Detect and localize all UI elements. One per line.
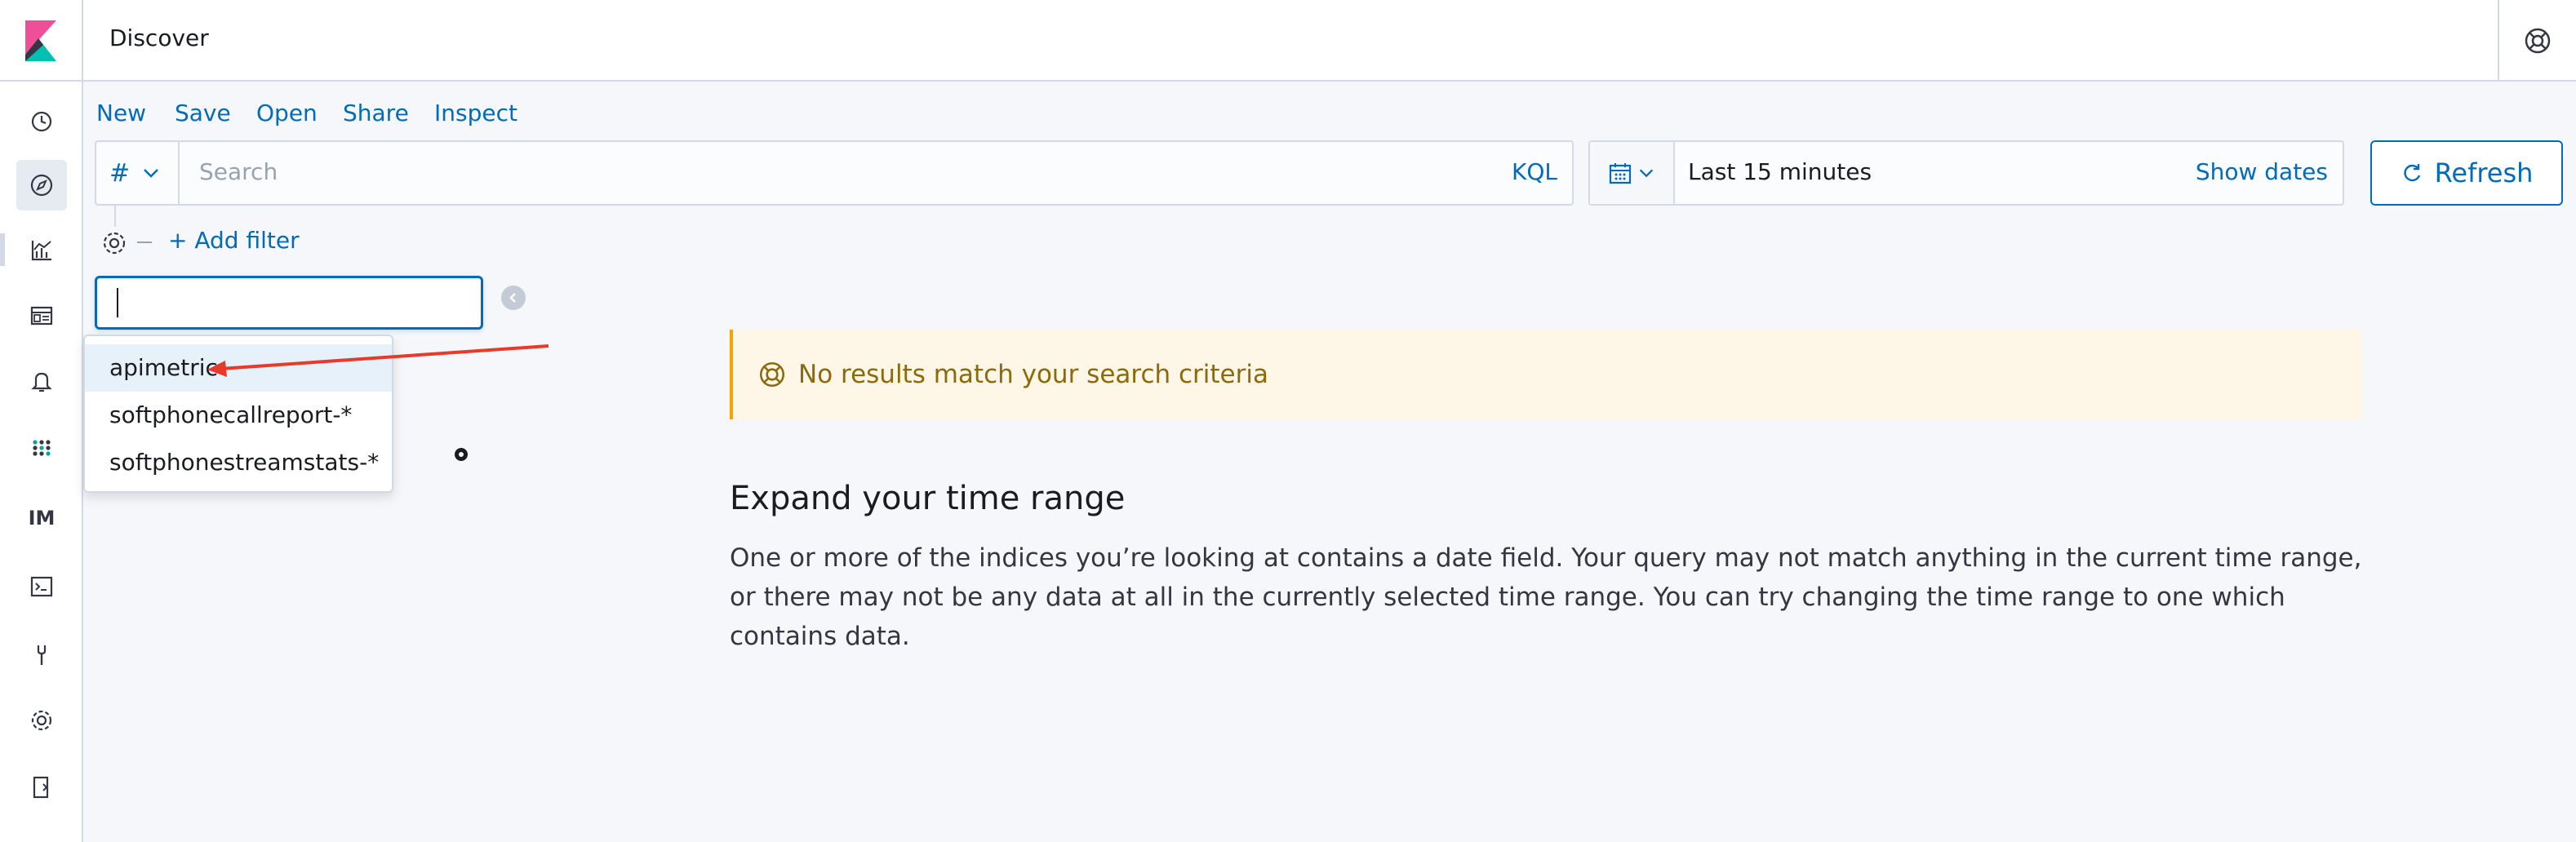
gear-icon — [31, 710, 52, 731]
chevron-down-icon — [144, 169, 158, 178]
refresh-button[interactable]: Refresh — [2370, 140, 2563, 206]
date-picker: Last 15 minutes Show dates — [1588, 140, 2344, 206]
index-pattern-option[interactable]: softphonecallreport-* — [85, 392, 392, 439]
index-pattern-search-input[interactable] — [95, 276, 483, 330]
refresh-icon — [2403, 164, 2420, 182]
nav-discover[interactable] — [16, 160, 67, 210]
nav-recently-viewed[interactable] — [16, 96, 67, 147]
query-bar: # Search KQL — [95, 140, 1574, 206]
help-icon — [759, 361, 785, 388]
annotation-arrow — [207, 344, 549, 377]
empty-state-title: Expand your time range — [730, 480, 1126, 517]
nav-alerting[interactable] — [16, 356, 67, 406]
callout-title: No results match your search criteria — [798, 360, 1268, 389]
nav-dashboard[interactable] — [16, 290, 67, 341]
bell-icon — [31, 372, 52, 392]
refresh-label: Refresh — [2434, 157, 2534, 188]
nav-im-label: IM — [28, 507, 56, 530]
side-nav: IM — [0, 82, 83, 842]
collapse-sidebar-button[interactable] — [501, 286, 526, 310]
page-title: Discover — [109, 24, 209, 51]
field-settings-gear-icon[interactable] — [451, 444, 472, 465]
help-icon — [2525, 28, 2551, 54]
text-caret — [117, 288, 118, 317]
new-button[interactable]: New — [96, 100, 146, 126]
clock-icon — [31, 111, 52, 132]
share-button[interactable]: Share — [343, 100, 409, 126]
nav-logout[interactable] — [16, 762, 67, 813]
chevron-left-icon — [509, 293, 516, 303]
help-button[interactable] — [2498, 0, 2576, 82]
nav-machine-learning[interactable] — [16, 423, 67, 473]
chevron-down-icon — [1639, 169, 1654, 178]
grid-icon — [33, 440, 51, 456]
save-button[interactable]: Save — [175, 100, 231, 126]
index-pattern-option[interactable]: softphonestreamstats-* — [85, 439, 392, 486]
nav-visualize[interactable] — [16, 225, 67, 276]
show-dates-button[interactable]: Show dates — [2196, 158, 2328, 185]
top-header: Discover — [0, 0, 2576, 82]
kibana-logo-icon — [25, 20, 56, 61]
compass-icon — [30, 174, 53, 197]
empty-state-body: One or more of the indices you’re lookin… — [730, 543, 2362, 651]
inspect-button[interactable]: Inspect — [434, 100, 517, 126]
nav-management[interactable] — [16, 695, 67, 746]
nav-dev-tools[interactable] — [16, 561, 67, 612]
dashboard-icon — [30, 306, 53, 326]
add-filter-button[interactable]: + Add filter — [168, 227, 300, 254]
time-range-label[interactable]: Last 15 minutes — [1688, 158, 1872, 185]
no-results-callout: No results match your search criteria — [730, 330, 2362, 419]
console-icon — [30, 576, 53, 597]
kql-button[interactable]: KQL — [1512, 158, 1557, 185]
chart-icon — [31, 241, 51, 261]
search-input[interactable]: Search — [199, 158, 278, 185]
kibana-logo[interactable] — [0, 0, 83, 82]
calendar-icon — [1609, 163, 1632, 184]
nav-active-marker — [0, 233, 5, 266]
nav-im[interactable]: IM — [16, 493, 67, 543]
logout-icon — [33, 776, 49, 799]
open-button[interactable]: Open — [256, 100, 318, 126]
nav-monitoring[interactable] — [16, 630, 67, 680]
quick-menu-button[interactable] — [1590, 142, 1675, 204]
divider — [114, 206, 116, 227]
hash-icon: # — [109, 158, 131, 188]
filter-options-gear-icon[interactable] — [100, 228, 129, 258]
wrench-icon — [37, 645, 47, 665]
divider — [137, 242, 152, 243]
query-language-toggle[interactable]: # — [96, 142, 180, 204]
